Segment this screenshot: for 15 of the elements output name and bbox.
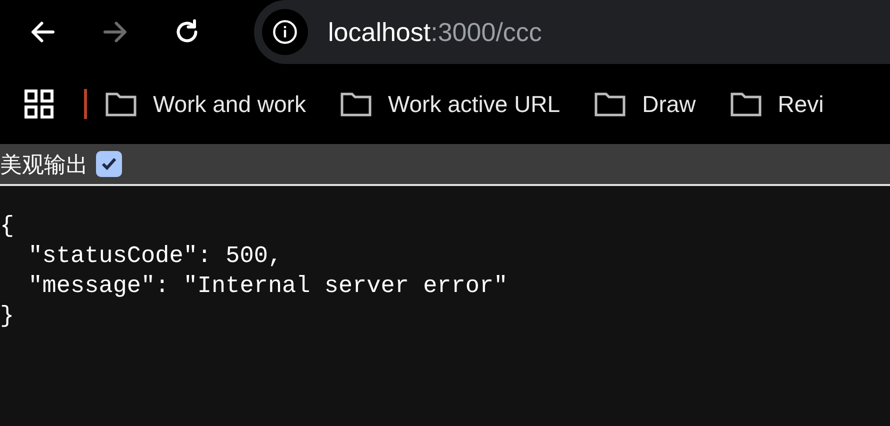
pretty-print-label: 美观输出 <box>0 150 88 178</box>
bookmark-folder[interactable]: Work active URL <box>340 86 560 122</box>
json-response: { "statusCode": 500, "message": "Internal server error" } <box>0 212 509 332</box>
folder-icon <box>340 91 372 117</box>
folder-icon <box>105 91 137 117</box>
checkmark-icon <box>100 155 118 173</box>
apps-grid-icon[interactable] <box>24 89 54 119</box>
folder-icon <box>730 91 762 117</box>
folder-icon <box>594 91 626 117</box>
bookmark-folder[interactable]: Draw <box>594 86 696 122</box>
info-icon[interactable] <box>262 9 308 55</box>
address-bar[interactable]: localhost:3000/ccc <box>254 0 890 64</box>
pretty-print-checkbox[interactable] <box>96 151 122 177</box>
bookmark-folder[interactable]: Revi <box>730 86 824 122</box>
bookmark-folder[interactable]: Work and work <box>105 86 306 122</box>
